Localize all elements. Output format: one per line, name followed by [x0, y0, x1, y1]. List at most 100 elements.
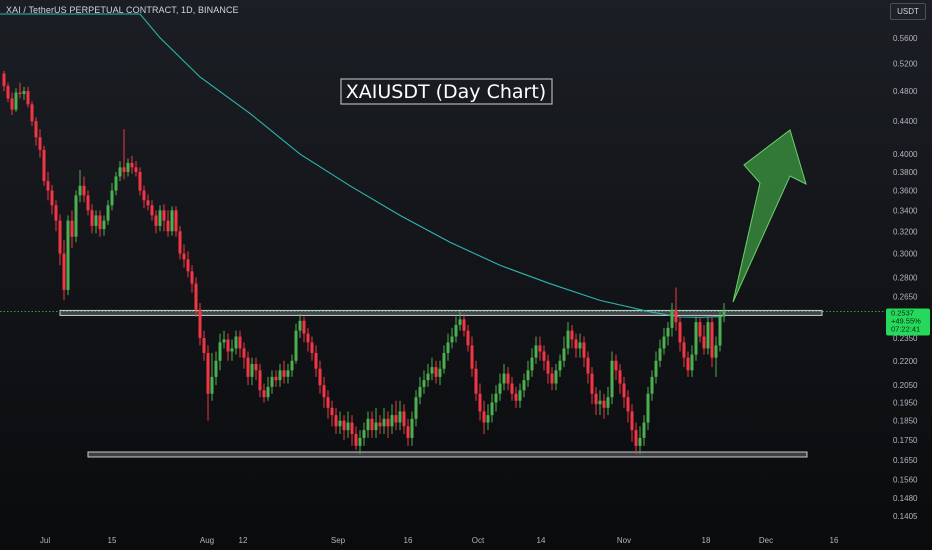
candle-up	[358, 430, 362, 454]
candle-up	[446, 333, 450, 361]
y-tick-label: 0.1850	[893, 417, 918, 426]
x-tick-label: 14	[537, 536, 546, 545]
candle-up	[610, 351, 614, 405]
candle-down	[710, 316, 714, 368]
candle-down	[354, 426, 358, 450]
candle-up	[522, 373, 526, 398]
candle-down	[2, 70, 6, 92]
candle-down	[198, 303, 202, 346]
y-tick-label: 0.2800	[893, 273, 918, 282]
candle-up	[450, 327, 454, 349]
candle-down	[86, 190, 90, 216]
x-tick-label: Aug	[200, 536, 214, 545]
candle-up	[66, 215, 70, 296]
candle-down	[186, 251, 190, 278]
candle-down	[306, 327, 310, 352]
x-tick-label: 18	[702, 536, 711, 545]
ma-line	[0, 13, 723, 318]
candle-up	[362, 422, 366, 446]
candle-down	[142, 185, 146, 209]
candle-down	[546, 354, 550, 384]
candle-up	[642, 415, 646, 446]
candle-down	[46, 171, 50, 201]
y-tick-label: 0.4400	[893, 117, 918, 126]
x-tick-label: 16	[404, 536, 413, 545]
candle-up	[486, 404, 490, 431]
projection-arrow	[732, 129, 807, 303]
chart-title-text: XAIUSDT (Day Chart)	[346, 81, 546, 103]
candle-down	[62, 240, 66, 301]
candle-up	[338, 411, 342, 434]
candle-down	[38, 129, 42, 158]
candle-up	[218, 333, 222, 371]
candle-up	[490, 393, 494, 423]
zones	[0, 309, 885, 458]
y-tick-label: 0.3400	[893, 206, 918, 215]
x-tick-label: Sep	[331, 536, 346, 545]
x-tick-label: Oct	[472, 536, 485, 545]
candle-down	[542, 345, 546, 371]
candle-down	[402, 404, 406, 434]
candle-down	[386, 411, 390, 438]
current-price-label: 0.2537+49.55%07:22:41	[886, 308, 930, 336]
candle-down	[570, 324, 574, 349]
time-axis[interactable]: Jul 15 Aug 12 Sep 16 Oct 14 Nov 18 Dec 16	[40, 536, 839, 545]
candle-down	[90, 204, 94, 234]
candle-down	[34, 117, 38, 146]
candle-up	[530, 348, 534, 377]
candle-down	[614, 354, 618, 381]
candle-down	[182, 244, 186, 268]
y-tick-label: 0.2200	[893, 357, 918, 366]
candle-up	[230, 339, 234, 361]
candle-down	[58, 214, 62, 266]
candle-down	[590, 367, 594, 405]
candle-down	[162, 204, 166, 232]
candle-down	[514, 386, 518, 408]
price-axis[interactable]: 0.5600 0.5200 0.4800 0.4400 0.4000 0.3800 0.36…	[893, 34, 918, 521]
candle-up	[382, 407, 386, 434]
candle-up	[346, 411, 350, 438]
candle-down	[330, 400, 334, 427]
candle-down	[150, 200, 154, 221]
candle-down	[582, 336, 586, 368]
candle-down	[462, 313, 466, 337]
candle-down	[406, 418, 410, 446]
candle-down	[18, 82, 22, 99]
y-tick-label: 0.1480	[893, 494, 918, 503]
candle-up	[222, 330, 226, 349]
candle-down	[626, 390, 630, 423]
candle-down	[146, 194, 150, 211]
candle-down	[154, 210, 158, 234]
candle-up	[654, 351, 658, 384]
candle-down	[70, 210, 74, 248]
candle-down	[678, 316, 682, 352]
candle-down	[470, 336, 474, 377]
candle-up	[94, 210, 98, 234]
candle-down	[54, 200, 58, 232]
candle-up	[526, 360, 530, 387]
candle-up	[494, 385, 498, 412]
y-tick-label: 0.3000	[893, 250, 918, 259]
candle-down	[282, 360, 286, 384]
candle-down	[698, 316, 702, 343]
candle-down	[674, 287, 678, 331]
candle-up	[438, 360, 442, 386]
candle-down	[238, 330, 242, 358]
candle-down	[254, 357, 258, 381]
candle-up	[114, 171, 118, 196]
candle-up	[714, 336, 718, 377]
candle-down	[314, 345, 318, 377]
candle-down	[630, 404, 634, 442]
y-tick-label: 0.4800	[893, 87, 918, 96]
candle-up	[366, 411, 370, 438]
up-arrow	[732, 129, 807, 303]
price-chart: XAIUSDT (Day Chart) 0.56000.52000.48000.…	[0, 13, 930, 545]
y-tick-label: 0.5200	[893, 59, 918, 68]
candle-up	[294, 323, 298, 364]
candle-up	[650, 370, 654, 401]
candle-up	[74, 190, 78, 243]
candle-up	[442, 345, 446, 374]
candle-up	[694, 316, 698, 361]
candle-up	[22, 86, 26, 100]
y-tick-label: 0.3200	[893, 227, 918, 236]
